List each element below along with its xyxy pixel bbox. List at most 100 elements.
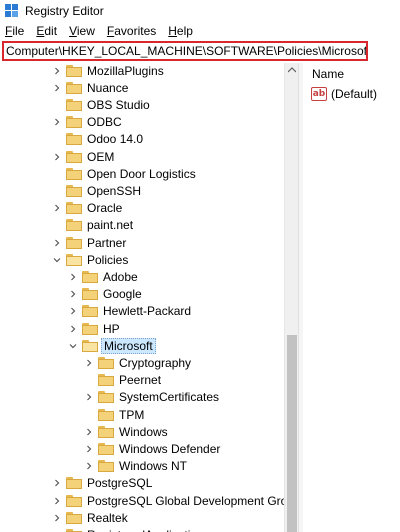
tree-node-label: OpenSSH [87, 183, 142, 198]
menu-item-help[interactable]: Help [168, 24, 193, 38]
tree-node-spacer [51, 219, 63, 231]
tree-node-label: Partner [87, 235, 127, 250]
chevron-right-icon[interactable] [67, 305, 79, 317]
tree-node-label: Open Door Logistics [87, 166, 196, 181]
tree-node[interactable]: Adobe [67, 268, 140, 285]
scroll-thumb[interactable] [287, 335, 297, 532]
tree-node[interactable]: RegisteredApplications [51, 526, 212, 532]
tree-node[interactable]: TPM [83, 406, 146, 423]
tree-node[interactable]: Odoo 14.0 [51, 131, 145, 148]
tree-node[interactable]: Cryptography [83, 354, 193, 371]
chevron-right-icon[interactable] [51, 116, 63, 128]
value-row[interactable]: ab (Default) [303, 85, 400, 103]
folder-icon [66, 98, 82, 111]
tree-node[interactable]: Hewlett-Packard [67, 303, 193, 320]
folder-icon [66, 81, 82, 94]
values-pane: Name ab (Default) [303, 63, 400, 532]
chevron-right-icon[interactable] [51, 495, 63, 507]
tree-node[interactable]: Google [67, 286, 144, 303]
tree-node[interactable]: SystemCertificates [83, 389, 221, 406]
folder-icon [66, 150, 82, 163]
tree-node[interactable]: Windows NT [83, 458, 189, 475]
tree-node-label: MozillaPlugins [87, 63, 164, 78]
chevron-right-icon[interactable] [51, 512, 63, 524]
chevron-down-icon[interactable] [67, 340, 79, 352]
folder-icon [66, 116, 82, 129]
scroll-up-arrow-icon[interactable] [285, 63, 299, 77]
folder-icon [82, 288, 98, 301]
folder-icon [98, 442, 114, 455]
tree-node[interactable]: Peernet [83, 372, 163, 389]
column-header-name[interactable]: Name [303, 63, 400, 85]
tree-node[interactable]: Windows [83, 423, 170, 440]
tree-node[interactable]: Realtek [51, 509, 130, 526]
folder-icon [82, 322, 98, 335]
tree-node[interactable]: OpenSSH [51, 182, 143, 199]
folder-icon [66, 253, 82, 266]
chevron-right-icon[interactable] [51, 82, 63, 94]
menu-item-edit[interactable]: Edit [36, 24, 57, 38]
tree-node-spacer [51, 168, 63, 180]
tree-node[interactable]: Policies [51, 251, 130, 268]
chevron-right-icon[interactable] [67, 323, 79, 335]
tree-node-spacer [83, 409, 95, 421]
folder-icon [66, 477, 82, 490]
tree-node[interactable]: OEM [51, 148, 116, 165]
folder-icon [98, 391, 114, 404]
folder-icon [98, 408, 114, 421]
menu-item-favorites[interactable]: Favorites [107, 24, 156, 38]
tree-node-label: Odoo 14.0 [87, 132, 144, 147]
chevron-right-icon[interactable] [83, 357, 95, 369]
registry-tree: MozillaPlugins Nuance OBS Studio ODBC Odoo 1… [0, 63, 298, 532]
tree-node-spacer [51, 133, 63, 145]
chevron-right-icon[interactable] [83, 460, 95, 472]
chevron-right-icon[interactable] [51, 477, 63, 489]
tree-node[interactable]: Windows Defender [83, 440, 222, 457]
chevron-right-icon[interactable] [83, 443, 95, 455]
chevron-right-icon[interactable] [51, 151, 63, 163]
tree-node[interactable]: MozillaPlugins [51, 63, 166, 79]
tree-node-label: SystemCertificates [119, 390, 220, 405]
tree-node[interactable]: Microsoft [67, 337, 156, 354]
address-input[interactable] [6, 44, 366, 58]
tree-node[interactable]: Open Door Logistics [51, 165, 198, 182]
chevron-right-icon[interactable] [83, 426, 95, 438]
address-bar[interactable] [2, 41, 368, 61]
tree-node[interactable]: paint.net [51, 217, 135, 234]
tree-node[interactable]: Nuance [51, 79, 130, 96]
tree-node-label: Peernet [119, 373, 162, 388]
folder-icon [66, 184, 82, 197]
chevron-right-icon[interactable] [83, 391, 95, 403]
tree-node-label: Windows Defender [119, 441, 221, 456]
tree-node-label: PostgreSQL Global Development Group [87, 493, 298, 508]
tree-node[interactable]: HP [67, 320, 122, 337]
folder-icon [82, 305, 98, 318]
tree-vertical-scrollbar[interactable] [284, 63, 298, 532]
folder-icon [98, 425, 114, 438]
folder-icon [66, 64, 82, 77]
menu-item-file[interactable]: File [5, 24, 24, 38]
chevron-right-icon[interactable] [67, 288, 79, 300]
chevron-right-icon[interactable] [51, 65, 63, 77]
tree-node[interactable]: Oracle [51, 200, 124, 217]
tree-node-label: Policies [87, 252, 129, 267]
tree-node-label: OBS Studio [87, 97, 150, 112]
tree-node[interactable]: ODBC [51, 114, 124, 131]
chevron-down-icon[interactable] [51, 254, 63, 266]
tree-node[interactable]: PostgreSQL Global Development Group [51, 492, 298, 509]
tree-node-spacer [83, 374, 95, 386]
tree-node[interactable]: OBS Studio [51, 96, 152, 113]
tree-node[interactable]: PostgreSQL [51, 475, 154, 492]
menu-item-view[interactable]: View [69, 24, 95, 38]
chevron-right-icon[interactable] [67, 271, 79, 283]
chevron-right-icon[interactable] [51, 237, 63, 249]
folder-icon [98, 460, 114, 473]
tree-node-label: RegisteredApplications [85, 528, 212, 532]
chevron-right-icon[interactable] [51, 202, 63, 214]
menu-bar: File Edit View Favorites Help [0, 22, 400, 40]
tree-node-spacer [51, 185, 63, 197]
tree-node[interactable]: Partner [51, 234, 128, 251]
tree-node-label: PostgreSQL [87, 476, 153, 491]
folder-icon [66, 511, 82, 524]
tree-node-label: OEM [87, 149, 115, 164]
